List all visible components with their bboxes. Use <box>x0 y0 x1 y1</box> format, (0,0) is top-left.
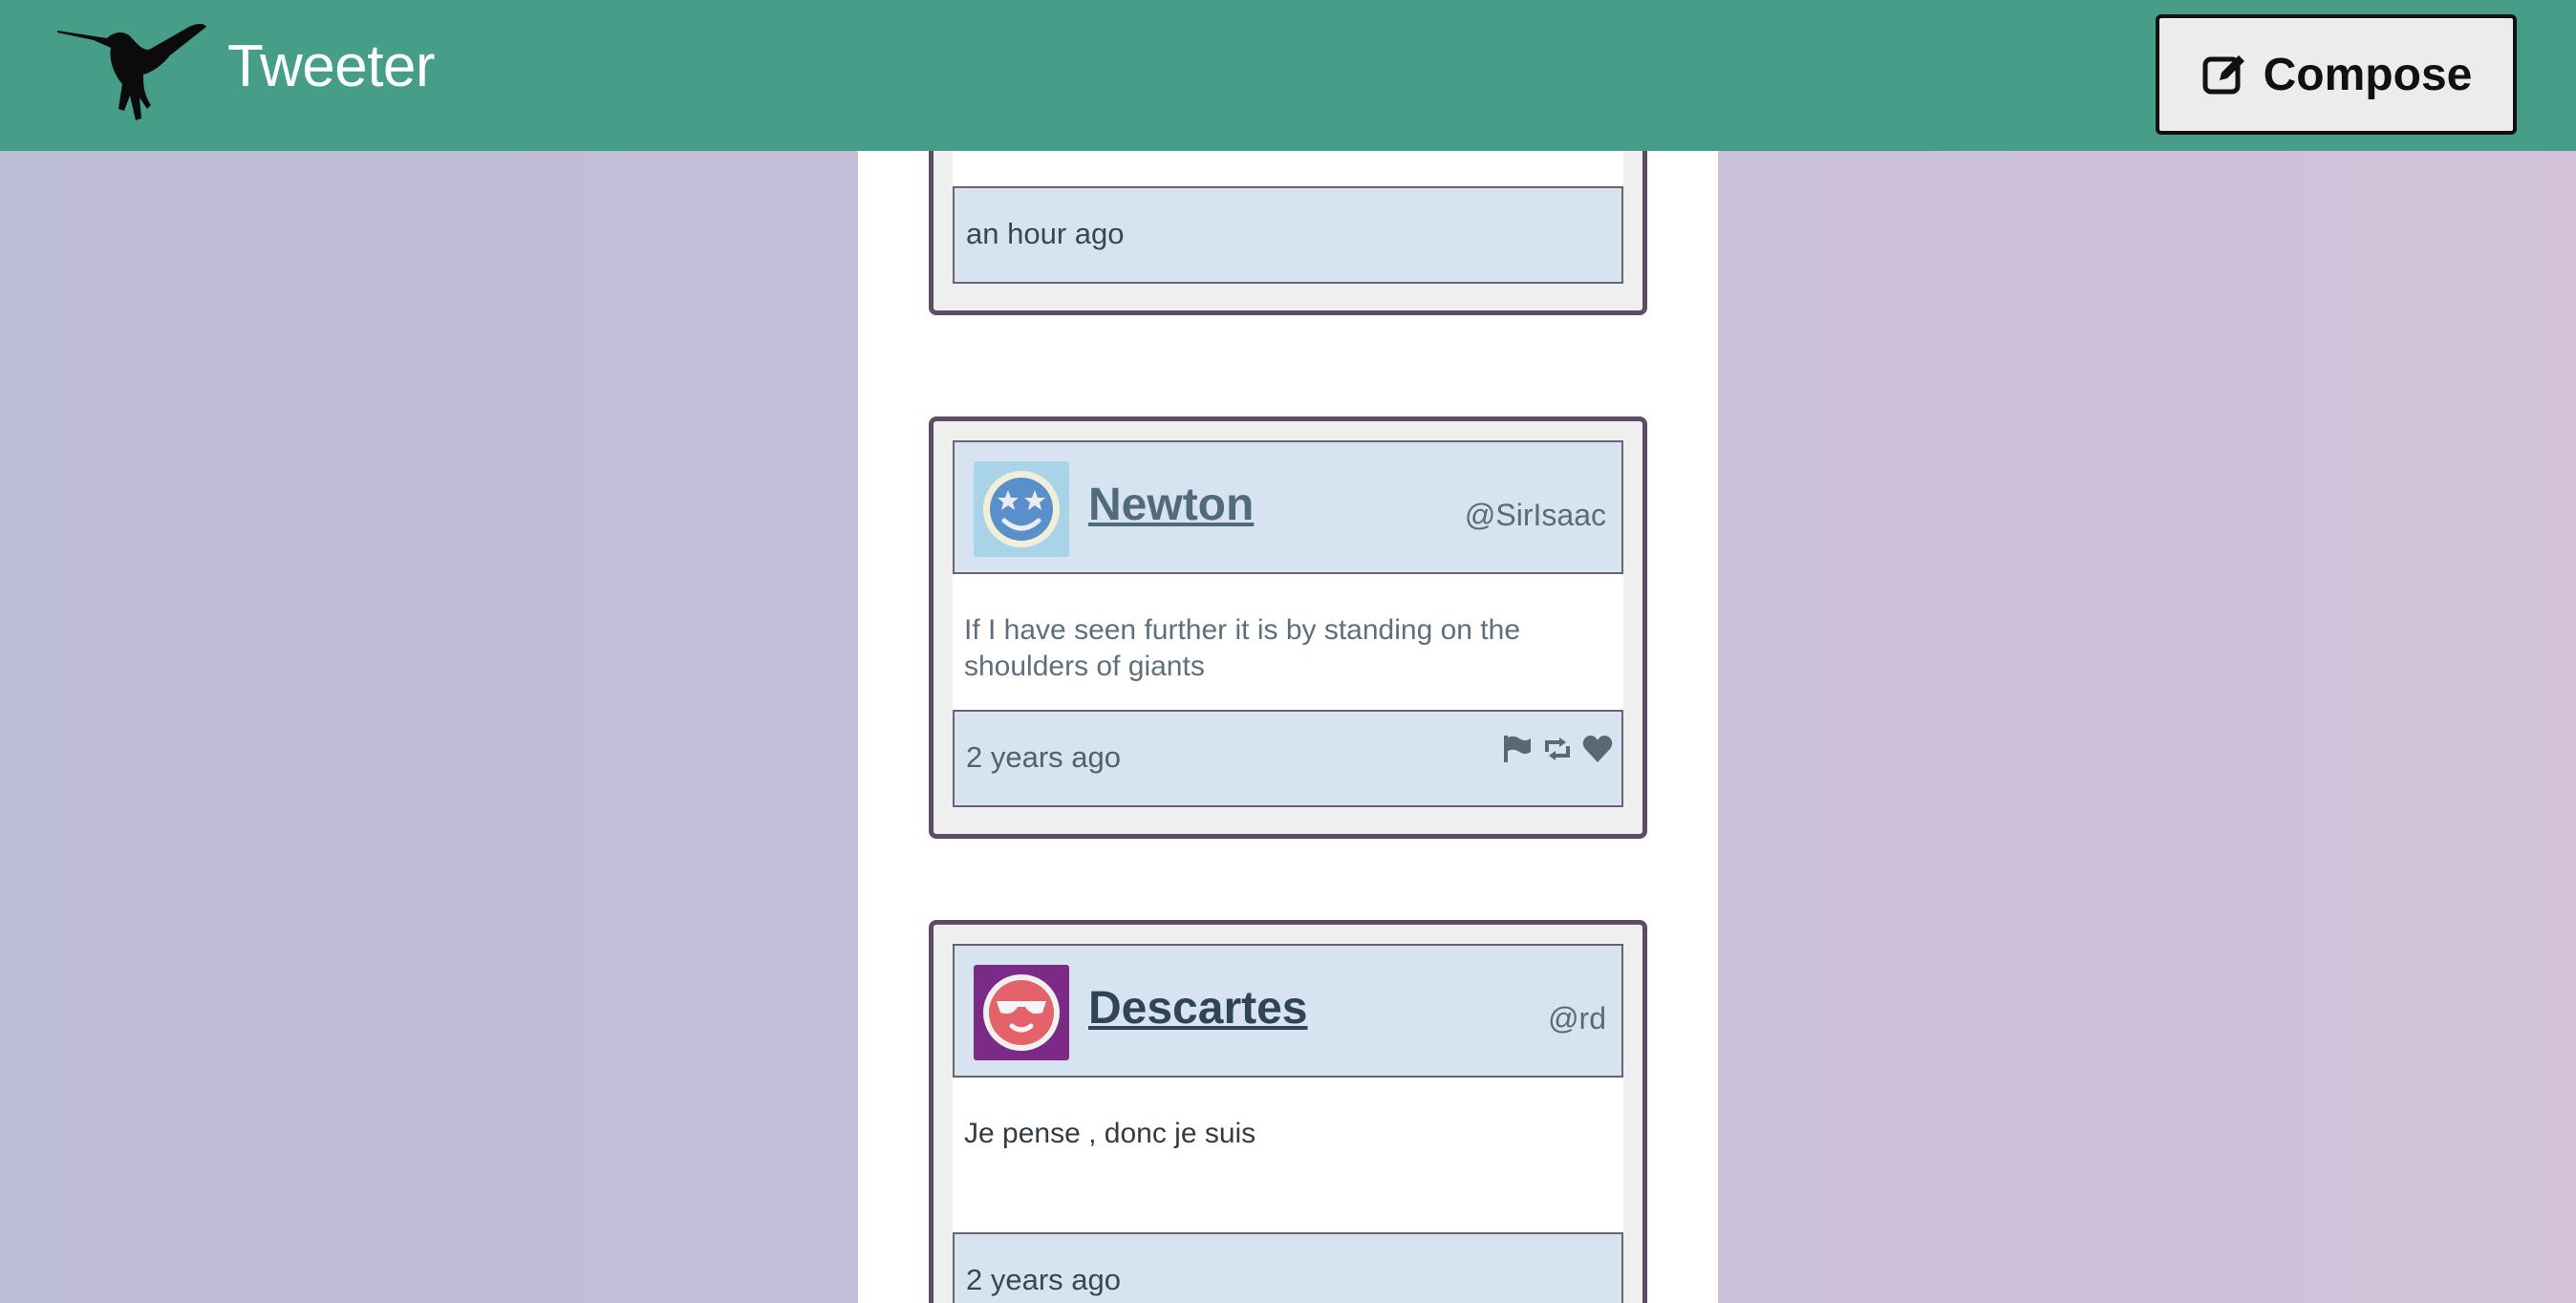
tweet-actions <box>1501 733 1614 765</box>
sunglasses-smiley-icon <box>974 965 1069 1060</box>
flag-icon[interactable] <box>1501 733 1534 765</box>
tweet-text <box>953 151 1623 186</box>
compose-button[interactable]: Compose <box>2156 14 2517 135</box>
starry-eyed-smiley-icon <box>974 461 1069 557</box>
tweet-feed: an hour ago Newton @SirIsaac If I have s… <box>858 151 1718 1303</box>
avatar[interactable] <box>974 965 1069 1060</box>
app-title: Tweeter <box>227 33 436 99</box>
tweet-timestamp: 2 years ago <box>966 1263 1121 1296</box>
tweet-author-handle: @rd <box>1548 1001 1606 1036</box>
compose-label: Compose <box>2263 49 2473 100</box>
avatar[interactable] <box>974 461 1069 557</box>
retweet-icon[interactable] <box>1541 733 1574 765</box>
tweet-timestamp: an hour ago <box>966 217 1125 250</box>
tweet-footer: 2 years ago <box>953 710 1623 807</box>
tweet-card: an hour ago <box>929 151 1647 315</box>
tweet-card: Descartes @rd Je pense , donc je suis 2 … <box>929 920 1647 1303</box>
tweet-author-name[interactable]: Newton <box>1088 479 1254 531</box>
tweet-timestamp: 2 years ago <box>966 740 1121 774</box>
tweet-card: Newton @SirIsaac If I have seen further … <box>929 417 1647 839</box>
tweet-text: Je pense , donc je suis <box>953 1078 1623 1232</box>
tweet-author-handle: @SirIsaac <box>1464 498 1606 532</box>
tweet-footer: 2 years ago <box>953 1232 1623 1303</box>
tweet-header: Descartes @rd <box>953 944 1623 1078</box>
hummingbird-logo-icon <box>57 24 206 120</box>
top-navbar: Tweeter Compose <box>0 0 2576 151</box>
tweet-text: If I have seen further it is by standing… <box>953 574 1623 710</box>
tweet-footer: an hour ago <box>953 186 1623 284</box>
tweet-header: Newton @SirIsaac <box>953 440 1623 574</box>
tweet-author-name[interactable]: Descartes <box>1088 982 1308 1035</box>
heart-icon[interactable] <box>1581 733 1614 765</box>
edit-icon <box>2202 55 2244 95</box>
